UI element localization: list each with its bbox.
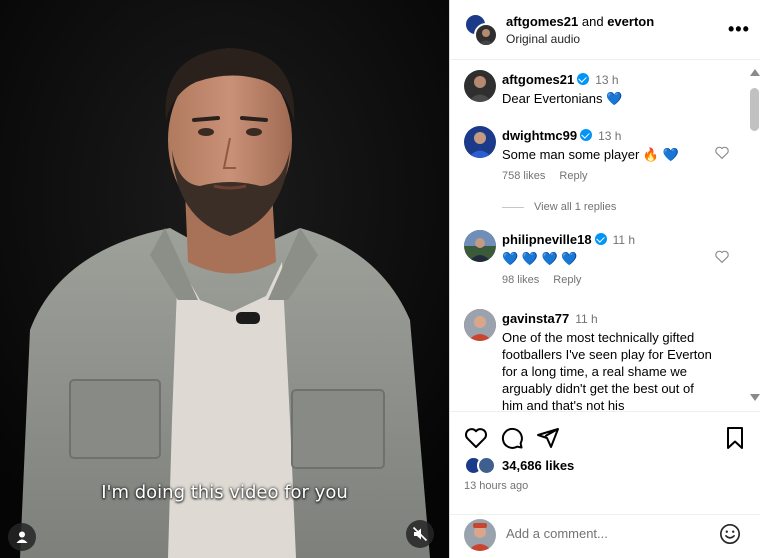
post-timestamp[interactable]: 13 hours ago bbox=[464, 480, 528, 492]
comment-meta: 98 likes Reply bbox=[502, 274, 595, 286]
comment-caption: aftgomes21 13 h Dear Evertonians 💙 bbox=[464, 70, 744, 110]
share-icon[interactable] bbox=[536, 426, 560, 450]
person-icon bbox=[16, 531, 28, 543]
scroll-down-arrow-icon[interactable] bbox=[750, 394, 760, 401]
comment-text: One of the most technically gifted footb… bbox=[502, 330, 712, 411]
video-subtitle: I'm doing this video for you bbox=[101, 482, 348, 503]
comment-avatar[interactable] bbox=[464, 230, 496, 262]
like-comment-icon[interactable] bbox=[715, 250, 729, 263]
tagged-users-button[interactable] bbox=[8, 523, 36, 551]
audio-link[interactable]: Original audio bbox=[506, 32, 580, 46]
post-actions: 34,686 likes 13 hours ago bbox=[450, 411, 760, 514]
portrait-icon bbox=[468, 132, 492, 158]
comment-avatar[interactable] bbox=[464, 126, 496, 158]
portrait-icon bbox=[478, 29, 494, 45]
verified-badge-icon bbox=[580, 129, 593, 141]
speaker-muted-icon bbox=[412, 526, 428, 542]
comment-header: gavinsta77 11 h bbox=[502, 311, 598, 326]
video-player[interactable]: I'm doing this video for you bbox=[0, 0, 449, 558]
like-comment-icon[interactable] bbox=[715, 146, 729, 159]
current-user-avatar[interactable] bbox=[464, 519, 496, 551]
verified-badge-icon bbox=[577, 73, 590, 85]
portrait-icon bbox=[464, 309, 496, 341]
scroll-up-arrow-icon[interactable] bbox=[750, 69, 760, 76]
liker-avatar bbox=[477, 456, 496, 475]
comment-header: aftgomes21 13 h bbox=[502, 72, 619, 87]
portrait-icon bbox=[468, 76, 492, 102]
comment-header: philipneville18 11 h bbox=[502, 232, 635, 247]
author-avatar[interactable] bbox=[474, 23, 498, 47]
reply-button[interactable]: Reply bbox=[559, 170, 587, 182]
comments-list[interactable]: aftgomes21 13 h Dear Evertonians 💙 dwight… bbox=[450, 61, 760, 411]
authors-joiner: and bbox=[581, 14, 604, 29]
comment-composer: Add a comment... bbox=[450, 514, 760, 558]
portrait-icon bbox=[468, 523, 492, 551]
scroll-thumb[interactable] bbox=[750, 88, 759, 131]
likes-count[interactable]: 34,686 likes bbox=[502, 458, 574, 473]
comment-avatar[interactable] bbox=[464, 70, 496, 102]
comment-avatar[interactable] bbox=[464, 309, 496, 341]
verified-badge-icon bbox=[594, 233, 607, 245]
portrait-icon bbox=[464, 230, 496, 262]
more-options-button[interactable]: ••• bbox=[728, 19, 750, 40]
comment-username[interactable]: philipneville18 bbox=[502, 232, 592, 247]
author-username-link[interactable]: aftgomes21 bbox=[506, 14, 578, 29]
comment-input[interactable]: Add a comment... bbox=[506, 526, 608, 541]
mute-toggle-button[interactable] bbox=[406, 520, 434, 548]
post-header: aftgomes21 and everton Original audio ••… bbox=[450, 0, 760, 60]
comment-text: 💙 💙 💙 💙 bbox=[502, 251, 578, 266]
comment-text: Dear Evertonians 💙 bbox=[502, 91, 623, 106]
comment-time: 11 h bbox=[612, 233, 636, 247]
comment-likes[interactable]: 98 likes bbox=[502, 274, 539, 286]
video-frame bbox=[0, 0, 449, 558]
reel-viewer: I'm doing this video for you aftgomes21 … bbox=[0, 0, 760, 558]
save-bookmark-icon[interactable] bbox=[723, 426, 747, 450]
comment-item: gavinsta77 11 h One of the most technical… bbox=[464, 309, 744, 411]
comment-text: Some man some player 🔥 💙 bbox=[502, 147, 679, 162]
comment-icon[interactable] bbox=[500, 426, 524, 450]
post-details-panel: aftgomes21 and everton Original audio ••… bbox=[449, 0, 760, 558]
collab-avatars[interactable] bbox=[464, 13, 498, 47]
comment-time: 13 h bbox=[595, 73, 619, 87]
comment-header: dwightmc99 13 h bbox=[502, 128, 621, 143]
comment-likes[interactable]: 758 likes bbox=[502, 170, 545, 182]
comment-username[interactable]: aftgomes21 bbox=[502, 72, 574, 87]
post-authors: aftgomes21 and everton bbox=[506, 14, 654, 29]
comment-time: 11 h bbox=[575, 312, 598, 326]
comment-username[interactable]: gavinsta77 bbox=[502, 311, 569, 326]
emoji-icon[interactable] bbox=[719, 523, 741, 545]
comment-username[interactable]: dwightmc99 bbox=[502, 128, 577, 143]
collaborator-username-link[interactable]: everton bbox=[607, 14, 654, 29]
comment-time: 13 h bbox=[598, 129, 622, 143]
comments-scrollbar[interactable] bbox=[747, 61, 760, 411]
comment-item: philipneville18 11 h 💙 💙 💙 💙 98 likes Repl… bbox=[464, 230, 744, 300]
like-icon[interactable] bbox=[464, 426, 488, 450]
comment-meta: 758 likes Reply bbox=[502, 170, 602, 182]
view-replies-button[interactable]: View all 1 replies bbox=[502, 201, 616, 213]
reply-button[interactable]: Reply bbox=[553, 274, 581, 286]
